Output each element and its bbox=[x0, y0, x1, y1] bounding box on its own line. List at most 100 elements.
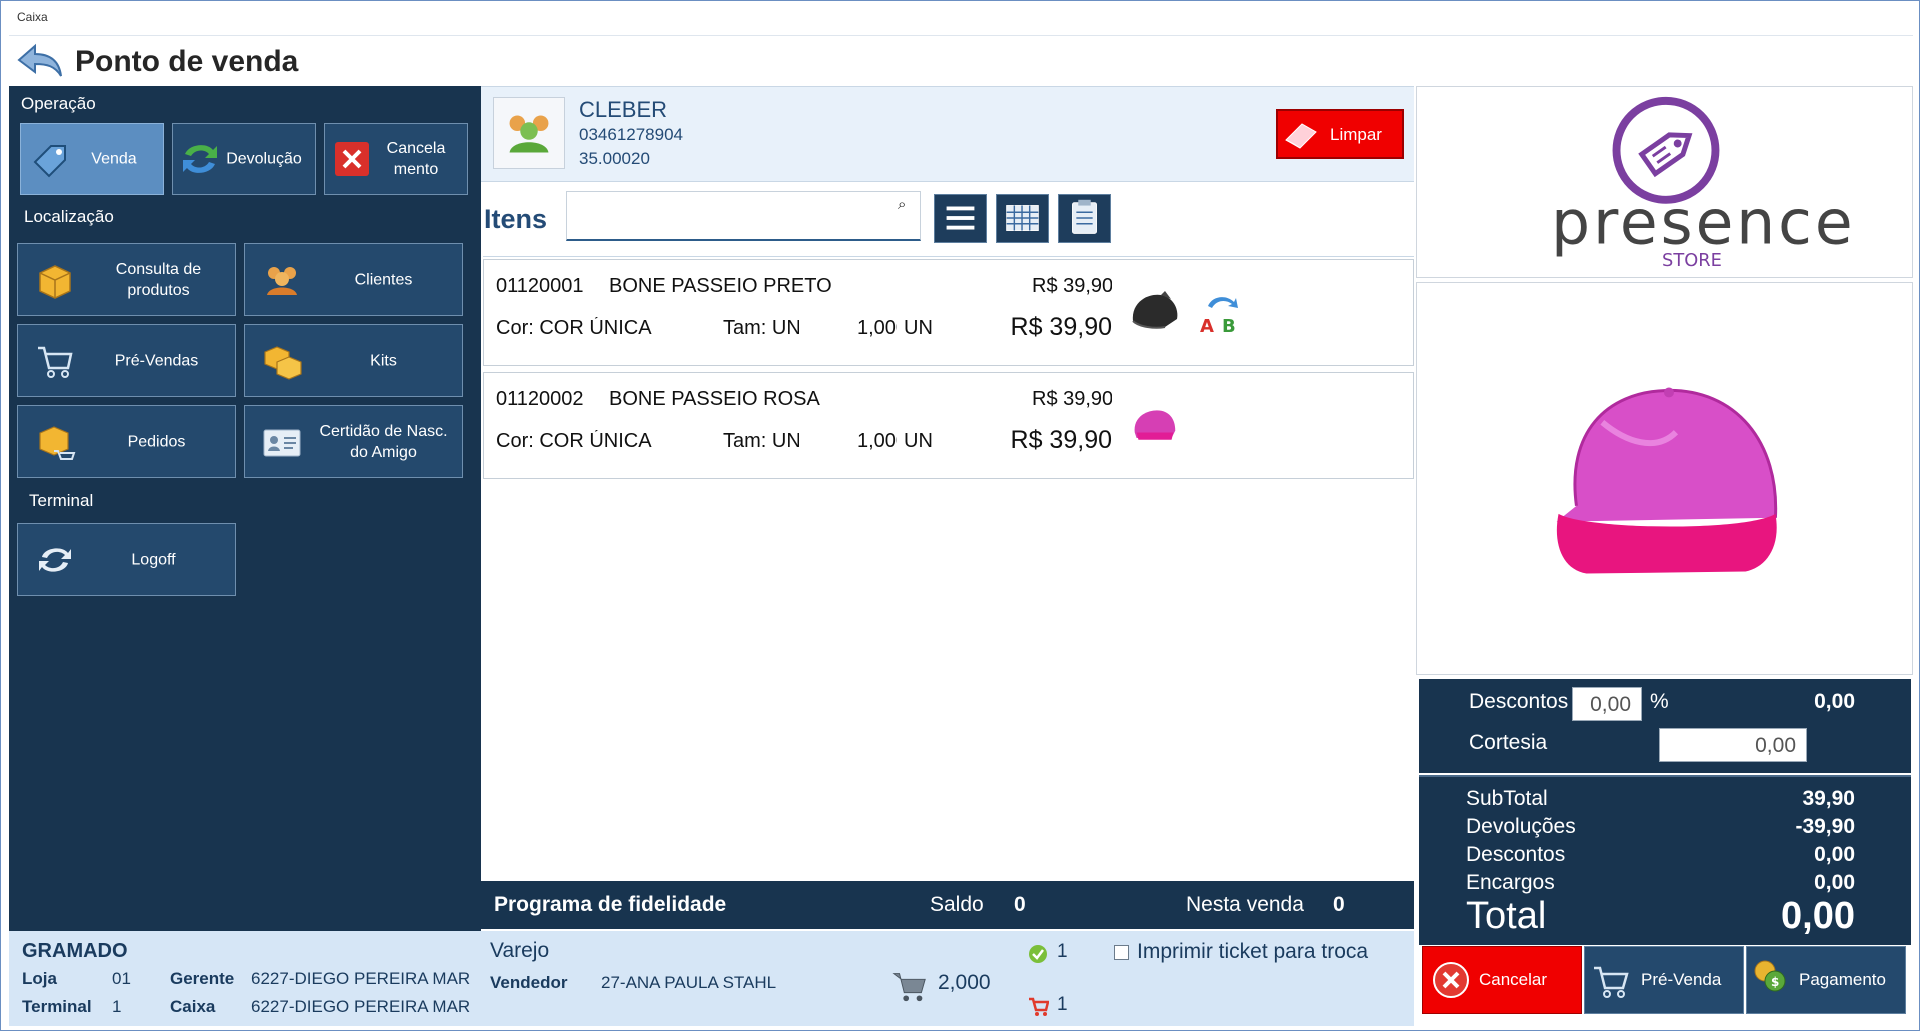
total-value: 0,00 bbox=[1781, 895, 1855, 937]
certidao-button[interactable]: Certidão de Nasc. do Amigo bbox=[244, 405, 463, 478]
item-unit: UN bbox=[904, 317, 933, 339]
vendedor-label: Vendedor bbox=[490, 973, 568, 992]
item-size: Tam: UNI bbox=[723, 317, 799, 339]
product-photo bbox=[1416, 282, 1913, 675]
price-table: Varejo bbox=[490, 939, 550, 962]
pink-cap-thumbnail bbox=[1134, 410, 1176, 440]
item-color: Cor: COR ÚNICA bbox=[496, 430, 652, 452]
saldo-label: Saldo bbox=[930, 893, 984, 916]
venda-button[interactable]: Venda bbox=[20, 123, 164, 195]
devolucoes-label: Devoluções bbox=[1466, 815, 1576, 838]
clipboard-icon bbox=[1072, 199, 1097, 234]
svg-text:STORE: STORE bbox=[1662, 250, 1722, 271]
terminal-info-label: Terminal bbox=[22, 997, 92, 1016]
item-name: BONE PASSEIO ROSA bbox=[609, 388, 820, 410]
devolucao-button[interactable]: Devolução bbox=[172, 123, 316, 195]
pagamento-label: Pagamento bbox=[1799, 970, 1886, 989]
item-row[interactable]: 01120002 BONE PASSEIO ROSA R$ 39,90 Cor:… bbox=[483, 372, 1414, 479]
search-icon[interactable]: ⌕ bbox=[898, 195, 906, 213]
cancelamento-button[interactable]: Cancela mento bbox=[324, 123, 468, 195]
terminal-label: Terminal bbox=[29, 491, 94, 510]
desconto-percent-input[interactable]: 0,00 bbox=[1572, 687, 1642, 721]
cancelar-label: Cancelar bbox=[1479, 970, 1548, 989]
ok-count: 1 bbox=[1057, 941, 1068, 962]
client-name: CLEBER bbox=[579, 97, 668, 122]
print-ticket-checkbox[interactable] bbox=[1114, 945, 1129, 960]
percent-sign: % bbox=[1650, 690, 1669, 713]
cancel-circle-icon bbox=[1433, 962, 1469, 998]
cancel-x-icon bbox=[335, 142, 369, 176]
people-icon bbox=[267, 266, 297, 295]
item-unit-price: R$ 39,90 bbox=[1032, 275, 1112, 297]
page-header: Ponto de venda bbox=[9, 35, 1913, 85]
refresh-icon bbox=[39, 547, 71, 572]
item-total: R$ 39,90 bbox=[1010, 426, 1112, 454]
nesta-venda-label: Nesta venda bbox=[1186, 893, 1304, 916]
print-ticket-label: Imprimir ticket para troca bbox=[1137, 940, 1369, 963]
back-arrow-icon[interactable] bbox=[15, 40, 65, 82]
store-name: GRAMADO bbox=[22, 940, 128, 962]
item-search-input[interactable] bbox=[566, 191, 921, 241]
client-avatar[interactable] bbox=[493, 97, 565, 169]
cart-outline-icon bbox=[1594, 966, 1629, 998]
encargos-label: Encargos bbox=[1466, 871, 1555, 894]
client-phone: 03461278904 bbox=[579, 125, 684, 144]
subtotal-label: SubTotal bbox=[1466, 787, 1548, 810]
gerente-value: 6227-DIEGO PEREIRA MAR bbox=[251, 969, 471, 988]
totals-panel: SubTotal 39,90 Devoluções -39,90 Descont… bbox=[1419, 775, 1911, 945]
exchange-arrows-icon bbox=[183, 145, 217, 173]
item-qty: 1,000 bbox=[857, 317, 897, 339]
clipboard-view-button[interactable] bbox=[1058, 194, 1111, 243]
grid-icon bbox=[1006, 205, 1039, 231]
pre-vendas-label: Pré-Vendas bbox=[114, 352, 199, 369]
cart-count: 1 bbox=[1057, 994, 1068, 1015]
limpar-button[interactable]: Limpar bbox=[1276, 109, 1404, 159]
limpar-label: Limpar bbox=[1330, 125, 1382, 144]
grid-view-button[interactable] bbox=[996, 194, 1049, 243]
cortesia-input[interactable]: 0,00 bbox=[1659, 728, 1807, 762]
right-panel: presence STORE Descontos 0,00 % 0,00 Cor… bbox=[1416, 86, 1913, 1026]
pedidos-button[interactable]: Pedidos bbox=[17, 405, 236, 478]
loja-label: Loja bbox=[22, 969, 57, 988]
black-cap-thumbnail bbox=[1132, 291, 1178, 329]
item-code: 01120002 bbox=[496, 388, 584, 410]
logoff-button[interactable]: Logoff bbox=[17, 523, 236, 596]
item-list: 01120001 BONE PASSEIO PRETO R$ 39,90 Cor… bbox=[483, 256, 1414, 881]
pedidos-label: Pedidos bbox=[127, 433, 186, 450]
box-icon bbox=[39, 264, 71, 299]
operacao-label: Operação bbox=[21, 94, 96, 113]
item-row[interactable]: 01120001 BONE PASSEIO PRETO R$ 39,90 Cor… bbox=[483, 259, 1414, 366]
client-bar: CLEBER 03461278904 35.00020 Limpar bbox=[481, 86, 1414, 182]
discounts-panel: Descontos 0,00 % 0,00 Cortesia 0,00 bbox=[1419, 679, 1911, 773]
window-title: Caixa bbox=[1, 1, 1919, 31]
caixa-value: 6227-DIEGO PEREIRA MAR bbox=[251, 997, 471, 1016]
left-panel: Operação Venda Devolução Cancela mento L… bbox=[9, 86, 481, 931]
gerente-label: Gerente bbox=[170, 969, 235, 988]
list-view-button[interactable] bbox=[934, 194, 987, 243]
item-total: R$ 39,90 bbox=[1010, 313, 1112, 341]
kits-button[interactable]: Kits bbox=[244, 324, 463, 397]
svg-text:A: A bbox=[1200, 316, 1214, 336]
svg-text:presence: presence bbox=[1551, 187, 1855, 258]
devolucoes-value: -39,90 bbox=[1795, 815, 1855, 838]
pre-vendas-button[interactable]: Pré-Vendas bbox=[17, 324, 236, 397]
clientes-button[interactable]: Clientes bbox=[244, 243, 463, 316]
item-unit: UN bbox=[904, 430, 933, 452]
fidelity-title: Programa de fidelidade bbox=[494, 893, 727, 916]
store-info-footer: GRAMADO Loja 01 Gerente 6227-DIEGO PEREI… bbox=[9, 931, 481, 1026]
consulta-produtos-label: Consulta de produtos bbox=[115, 260, 202, 299]
consulta-produtos-button[interactable]: Consulta de produtos bbox=[17, 243, 236, 316]
svg-text:B: B bbox=[1222, 316, 1236, 336]
cancelar-button[interactable]: Cancelar bbox=[1422, 946, 1582, 1014]
svg-text:$: $ bbox=[1771, 975, 1779, 989]
red-cart-icon bbox=[1029, 997, 1049, 1016]
ab-rename-icon[interactable]: A B bbox=[1196, 290, 1242, 336]
saldo-value: 0 bbox=[1014, 893, 1026, 916]
cancelamento-label: Cancela mento bbox=[386, 140, 446, 178]
store-logo: presence STORE bbox=[1416, 86, 1913, 278]
pre-venda-button[interactable]: Pré-Venda bbox=[1584, 946, 1744, 1014]
pagamento-button[interactable]: $ Pagamento bbox=[1746, 946, 1906, 1014]
item-unit-price: R$ 39,90 bbox=[1032, 388, 1112, 410]
descontos-total-value: 0,00 bbox=[1814, 843, 1855, 866]
terminal-info-value: 1 bbox=[112, 997, 122, 1016]
